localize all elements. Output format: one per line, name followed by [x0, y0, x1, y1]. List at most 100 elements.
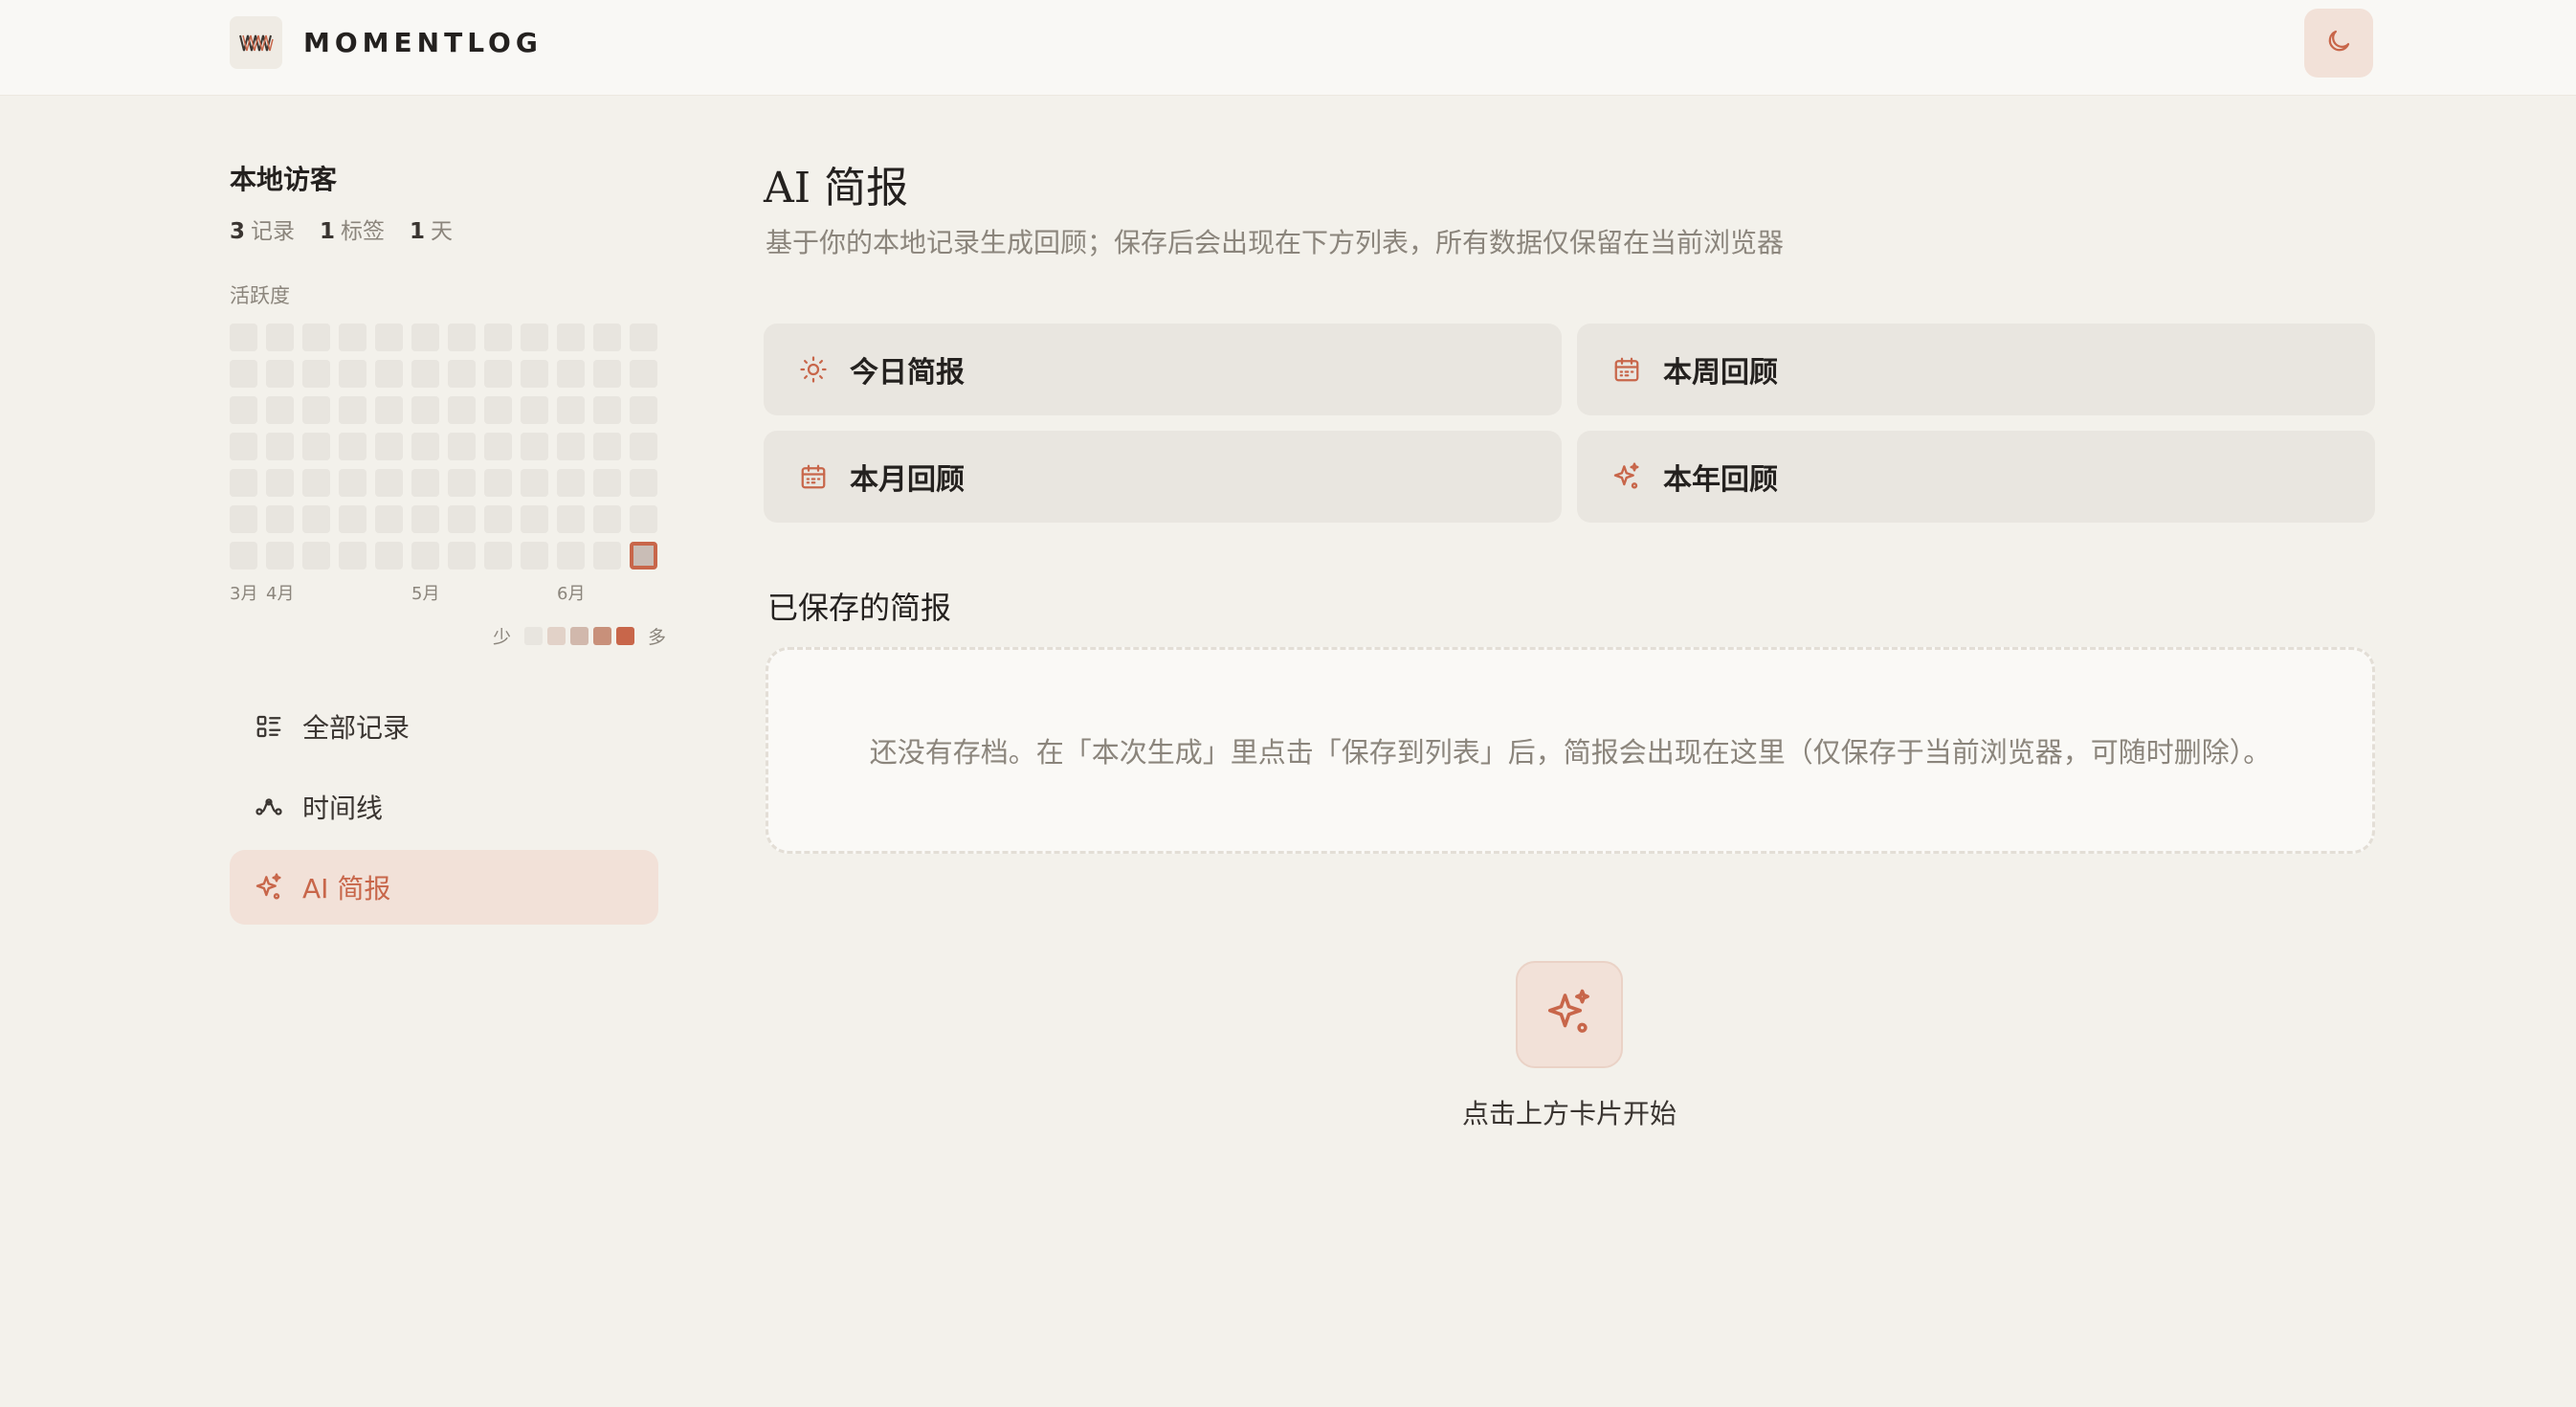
heatmap-cell [557, 505, 585, 533]
legend-swatch [547, 626, 566, 645]
heatmap-cell [557, 324, 585, 351]
page-title: AI 简报 [764, 164, 909, 212]
heatmap-cell [448, 324, 476, 351]
heatmap-cell [302, 469, 330, 497]
page-subtitle: 基于你的本地记录生成回顾；保存后会出现在下方列表，所有数据仅保留在当前浏览器 [766, 227, 1785, 258]
stat-days: 1天 [410, 219, 454, 244]
heatmap-cell [593, 433, 621, 460]
start-hint: 点击上方卡片开始 [1461, 1098, 1677, 1129]
heatmap-cell [521, 505, 548, 533]
heatmap-cell [630, 505, 657, 533]
heatmap-cell [630, 360, 657, 388]
list-icon [253, 710, 285, 743]
heatmap-cell [339, 324, 366, 351]
heatmap-cell [484, 542, 512, 570]
card-label: 本年回顾 [1663, 463, 1778, 497]
heatmap-cell [339, 360, 366, 388]
heatmap-cell [484, 360, 512, 388]
card-yearly-review[interactable]: 本年回顾 [1577, 431, 2375, 523]
legend-less-label: 少 [493, 626, 512, 648]
sidebar-nav: 全部记录 时间线 AI 简报 [230, 689, 658, 930]
heatmap-cell [521, 469, 548, 497]
heatmap-cell [230, 469, 257, 497]
stat-tags: 1 标签 [320, 219, 386, 244]
heatmap-cell [557, 396, 585, 424]
heatmap-cell [593, 469, 621, 497]
heatmap-cell [411, 396, 439, 424]
heatmap-cell [302, 324, 330, 351]
heatmap-cell [521, 542, 548, 570]
nav-label: 时间线 [302, 793, 384, 824]
heatmap-cell [521, 433, 548, 460]
card-daily-briefing[interactable]: 今日简报 [764, 324, 1562, 415]
heatmap-cell [411, 433, 439, 460]
heatmap-cell [630, 396, 657, 424]
heatmap-cell [230, 396, 257, 424]
nav-item-ai-briefing[interactable]: AI 简报 [230, 850, 658, 925]
sparkles-icon [1610, 459, 1644, 494]
heatmap-cell [484, 433, 512, 460]
month-label: 5月 [411, 584, 440, 604]
heatmap-cell [375, 324, 403, 351]
heatmap-cell [484, 396, 512, 424]
nav-item-timeline[interactable]: 时间线 [230, 770, 658, 844]
heatmap-cell [302, 542, 330, 570]
heatmap-cell [230, 360, 257, 388]
heatmap-cell [411, 360, 439, 388]
sun-icon [796, 352, 831, 387]
empty-state-text: 还没有存档。在「本次生成」里点击「保存到列表」后，简报会出现在这里（仅保存于当前… [869, 736, 2272, 769]
app-header: MOMENTLOG [0, 0, 2576, 96]
heatmap-cell [302, 433, 330, 460]
heatmap-cell [593, 360, 621, 388]
month-label: 4月 [266, 584, 295, 604]
saved-briefings-title: 已保存的简报 [767, 590, 952, 626]
theme-toggle-button[interactable] [2304, 9, 2373, 78]
heatmap-cell [339, 433, 366, 460]
card-label: 今日简报 [850, 356, 965, 390]
sparkles-icon [1543, 987, 1595, 1042]
heatmap-cell [593, 396, 621, 424]
zigzag-logo-icon[interactable] [230, 16, 282, 69]
heatmap-cell [339, 505, 366, 533]
moon-icon [2324, 27, 2353, 59]
heatmap-cell [230, 505, 257, 533]
heatmap-cell [230, 324, 257, 351]
heatmap-cell [448, 360, 476, 388]
card-label: 本月回顾 [850, 463, 965, 497]
nav-item-all-records[interactable]: 全部记录 [230, 689, 658, 764]
month-label: 6月 [557, 584, 586, 604]
heatmap-cell [302, 396, 330, 424]
stat-records: 3 记录 [230, 219, 296, 244]
timeline-icon [253, 791, 285, 823]
heatmap-cell [521, 396, 548, 424]
heatmap-cell [630, 433, 657, 460]
heatmap-cell [266, 396, 294, 424]
app-name[interactable]: MOMENTLOG [303, 27, 543, 58]
heatmap-cell [375, 360, 403, 388]
heatmap-cell [484, 505, 512, 533]
heatmap-cell [302, 505, 330, 533]
heatmap-cell [557, 360, 585, 388]
heatmap-cell [630, 469, 657, 497]
legend-swatch [593, 626, 612, 645]
heatmap-cell [593, 324, 621, 351]
activity-heatmap [230, 324, 660, 572]
card-weekly-review[interactable]: 本周回顾 [1577, 324, 2375, 415]
start-sparkles-button[interactable] [1516, 961, 1623, 1068]
heatmap-cell [375, 542, 403, 570]
heatmap-cell [484, 469, 512, 497]
calendar-icon [1610, 352, 1644, 387]
legend-more-label: 多 [648, 626, 667, 648]
heatmap-cell [484, 324, 512, 351]
heatmap-cell [448, 542, 476, 570]
heatmap-cell [630, 542, 657, 570]
heatmap-cell [411, 505, 439, 533]
heatmap-cell [411, 324, 439, 351]
heatmap-cell [339, 542, 366, 570]
card-monthly-review[interactable]: 本月回顾 [764, 431, 1562, 523]
calendar-icon [796, 459, 831, 494]
legend-swatch [616, 626, 635, 645]
heatmap-cell [411, 542, 439, 570]
heatmap-cell [339, 396, 366, 424]
heatmap-cell [411, 469, 439, 497]
